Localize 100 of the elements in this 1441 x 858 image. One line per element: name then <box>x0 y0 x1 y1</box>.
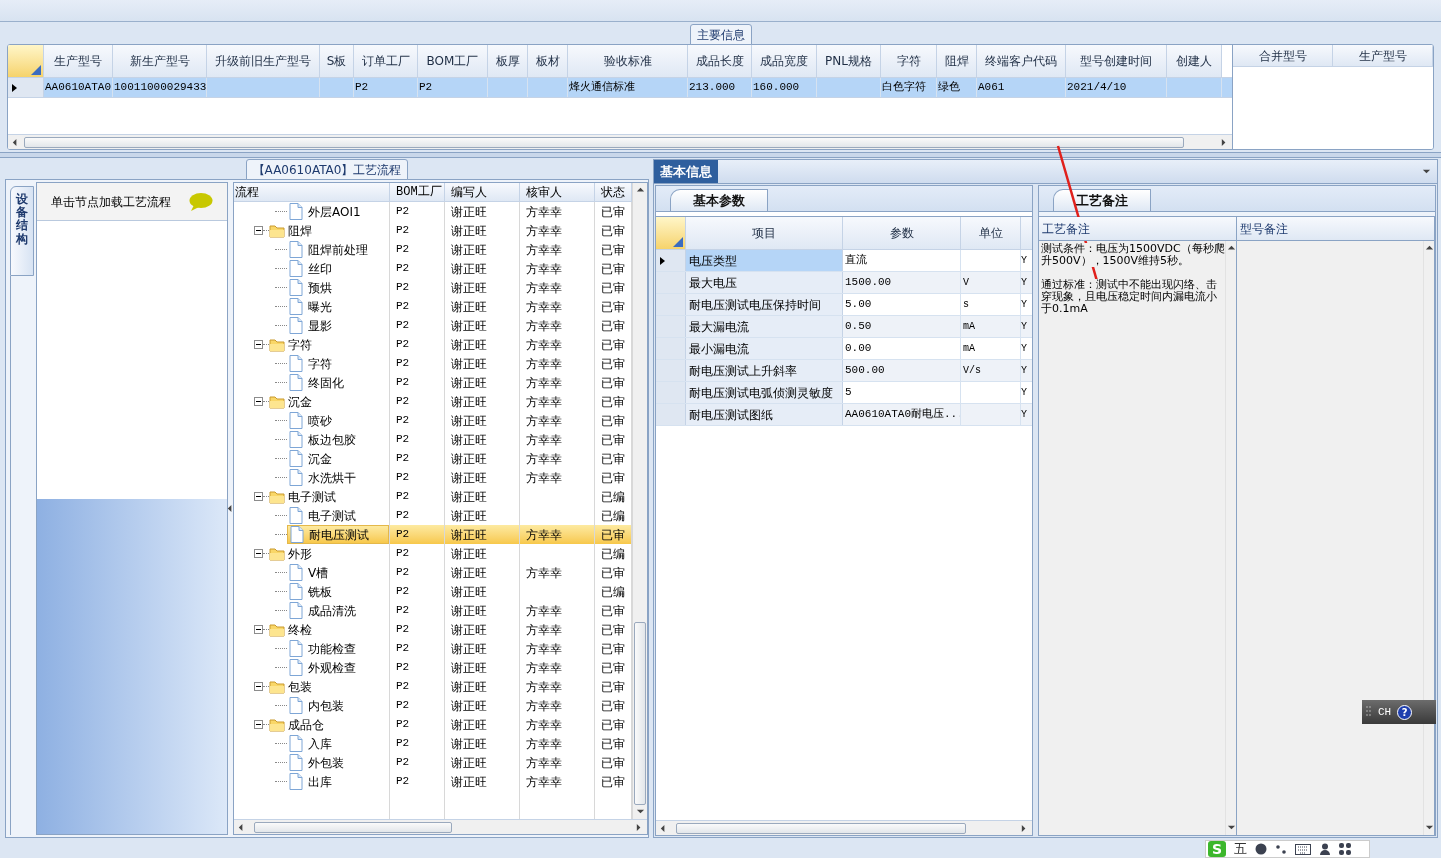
tree-node[interactable]: 外包装 <box>287 753 389 772</box>
parameter-name[interactable]: 耐电压测试电弧侦测灵敏度 <box>686 382 843 403</box>
collapse-icon[interactable] <box>254 625 263 634</box>
section-tab[interactable]: 主要信息 <box>689 24 752 45</box>
tree-node[interactable]: 出库 <box>287 772 389 791</box>
parameter-name[interactable]: 电压类型 <box>686 250 843 271</box>
status-cell-text: 已审 <box>601 659 625 677</box>
tree-node[interactable]: 外形 <box>269 544 389 563</box>
tree-node[interactable]: 阻焊前处理 <box>287 240 389 259</box>
vertical-tab[interactable]: 设备结构 <box>10 186 34 276</box>
tree-node[interactable]: 终检 <box>269 620 389 639</box>
help-button[interactable]: ? <box>1397 704 1413 720</box>
tree-node[interactable]: 外观检查 <box>287 658 389 677</box>
document-icon <box>289 412 303 429</box>
collapse-icon[interactable] <box>254 340 263 349</box>
folder-icon <box>269 489 285 504</box>
tree-node[interactable]: 铣板 <box>287 582 389 601</box>
collapse-icon[interactable] <box>254 549 263 558</box>
parameter-value[interactable]: 1500.00 <box>843 272 961 293</box>
reviewer-cell-text: 方幸幸 <box>526 564 562 582</box>
tree-node[interactable]: 入库 <box>287 734 389 753</box>
tree-node[interactable]: 丝印 <box>287 259 389 278</box>
row-header[interactable] <box>8 78 44 97</box>
user-icon[interactable] <box>1319 843 1332 855</box>
tree-node[interactable]: 板边包胶 <box>287 430 389 449</box>
tree-node[interactable]: 字符 <box>287 354 389 373</box>
tree-node[interactable]: 预烘 <box>287 278 389 297</box>
scrollbar-thumb[interactable] <box>634 622 646 805</box>
collapse-icon[interactable] <box>254 682 263 691</box>
tree-node[interactable]: 沉金 <box>287 449 389 468</box>
language-toolbar[interactable]: CH ? <box>1362 700 1436 724</box>
scrollbar-thumb[interactable] <box>254 821 452 833</box>
horizontal-scrollbar[interactable] <box>8 134 1232 149</box>
parameter-name[interactable]: 耐电压测试电压保持时间 <box>686 294 843 315</box>
parameter-value[interactable]: 0.50 <box>843 316 961 337</box>
tree-node[interactable]: 功能检查 <box>287 639 389 658</box>
parameter-value[interactable]: 直流 <box>843 250 961 271</box>
tree-node[interactable]: 耐电压测试 <box>287 525 389 544</box>
scrollbar-thumb[interactable] <box>24 136 1184 148</box>
tree-node[interactable]: 电子测试 <box>269 487 389 506</box>
parameter-value[interactable]: 500.00 <box>843 360 961 381</box>
author-cell-text: 谢正旺 <box>451 355 487 373</box>
table-row[interactable]: AA0610ATA0 10011000029433 P2 P2 烽火通信标准 213.000 160.000 白色字符 绿色 A061 2021/4/10 <box>8 78 1232 98</box>
panel-tab[interactable]: 基本信息 <box>654 160 718 183</box>
select-all-corner[interactable] <box>656 217 686 249</box>
panel-tab[interactable]: 基本参数 <box>670 189 768 211</box>
tree-node[interactable]: 成品仓 <box>269 715 389 734</box>
tree-node[interactable]: 水洗烘干 <box>287 468 389 487</box>
section-tab[interactable]: 【AA0610ATA0】工艺流程 <box>245 159 409 180</box>
punctuation-icon[interactable] <box>1275 843 1288 855</box>
author-cell-text: 谢正旺 <box>451 469 487 487</box>
parameter-name[interactable]: 耐电压测试图纸 <box>686 404 843 425</box>
scrollbar-thumb[interactable] <box>676 822 966 834</box>
document-icon <box>290 526 304 543</box>
grid-icon[interactable] <box>1339 843 1352 855</box>
horizontal-scrollbar[interactable] <box>234 819 647 834</box>
parameter-value[interactable]: 0.00 <box>843 338 961 359</box>
parameter-name[interactable]: 最大漏电流 <box>686 316 843 337</box>
status-cell-text: 已审 <box>601 431 625 449</box>
parameter-value[interactable]: 5 <box>843 382 961 403</box>
tree-node[interactable]: V槽 <box>287 563 389 582</box>
horizontal-scrollbar[interactable] <box>656 820 1032 835</box>
tree-node[interactable]: 字符 <box>269 335 389 354</box>
parameter-value[interactable]: AA0610ATA0耐电压... <box>843 404 961 425</box>
row-header[interactable] <box>656 250 686 271</box>
tree-node[interactable]: 成品清洗 <box>287 601 389 620</box>
vertical-scrollbar[interactable] <box>1225 241 1236 835</box>
scroll-down-button[interactable] <box>1424 823 1434 832</box>
collapse-icon[interactable] <box>254 226 263 235</box>
tree-node[interactable]: 内包装 <box>287 696 389 715</box>
vertical-scrollbar[interactable] <box>632 183 647 819</box>
moon-icon[interactable] <box>1255 843 1268 855</box>
panel-tab[interactable]: 工艺备注 <box>1053 189 1151 211</box>
input-method-bar[interactable]: S 五 <box>1205 840 1370 858</box>
tree-node[interactable]: 曝光 <box>287 297 389 316</box>
tree-node[interactable]: 电子测试 <box>287 506 389 525</box>
tree-node[interactable]: 包装 <box>269 677 389 696</box>
tree-node[interactable]: 喷砂 <box>287 411 389 430</box>
parameter-value[interactable]: 5.00 <box>843 294 961 315</box>
dropdown-button[interactable] <box>1422 167 1431 176</box>
tree-node[interactable]: 沉金 <box>269 392 389 411</box>
tree-node[interactable]: 终固化 <box>287 373 389 392</box>
parameter-name[interactable]: 最大电压 <box>686 272 843 293</box>
collapse-icon[interactable] <box>254 492 263 501</box>
collapse-icon[interactable] <box>254 720 263 729</box>
collapse-icon[interactable] <box>254 397 263 406</box>
keyboard-icon[interactable] <box>1295 843 1312 855</box>
tree-node[interactable]: 显影 <box>287 316 389 335</box>
status-cell-text: 已编 <box>601 545 625 563</box>
tree-node[interactable]: 外层AOI1 <box>287 202 389 221</box>
input-mode[interactable]: 五 <box>1234 841 1248 857</box>
document-icon <box>289 697 303 714</box>
parameter-name[interactable]: 最小漏电流 <box>686 338 843 359</box>
select-all-corner[interactable] <box>8 45 44 77</box>
column-header: 编写人 <box>445 183 520 201</box>
scroll-down-button[interactable] <box>1226 823 1236 832</box>
tree-node[interactable]: 阻焊 <box>269 221 389 240</box>
folder-icon <box>269 223 285 238</box>
parameter-name[interactable]: 耐电压测试上升斜率 <box>686 360 843 381</box>
scroll-down-button[interactable] <box>635 807 645 816</box>
